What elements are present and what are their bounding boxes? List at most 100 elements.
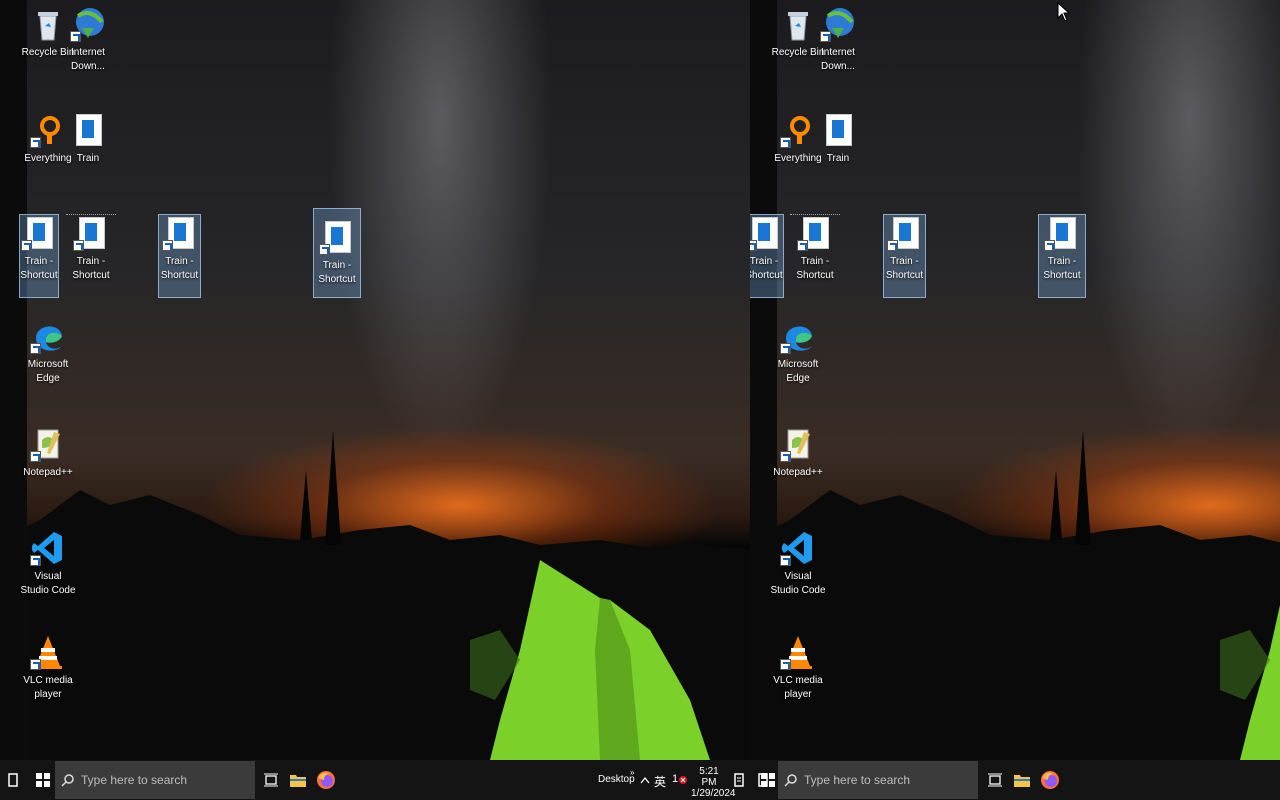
icon-label: VLC media player	[773, 675, 823, 700]
shortcut-arrow-icon	[30, 659, 41, 670]
icon-label: Train - Shortcut	[160, 256, 199, 281]
edge-shortcut[interactable]: Microsoft Edge	[20, 318, 76, 386]
document-icon	[820, 112, 856, 148]
windows-logo-icon	[36, 773, 50, 787]
shortcut-arrow-icon	[780, 343, 791, 354]
notification-icon	[734, 773, 744, 787]
vlc-shortcut[interactable]: VLC media player	[770, 634, 826, 702]
document-shortcut-icon	[161, 215, 198, 251]
firefox-button[interactable]	[1037, 760, 1063, 800]
icon-label: Train	[826, 153, 850, 164]
taskbar: Type here to search	[750, 760, 1280, 800]
folder-icon	[1014, 775, 1030, 787]
train-file[interactable]: Train	[810, 112, 866, 166]
document-shortcut-icon	[73, 215, 109, 251]
train-shortcut-4[interactable]: Train - Shortcut	[313, 208, 361, 298]
firefox-button[interactable]	[313, 760, 339, 800]
train-shortcut-1[interactable]: Train - Shortcut	[750, 214, 784, 298]
show-hidden-icons-button[interactable]	[638, 760, 652, 800]
folder-icon	[290, 775, 306, 787]
vscode-shortcut[interactable]: Visual Studio Code	[20, 530, 76, 598]
file-explorer-button[interactable]	[1009, 760, 1035, 800]
shortcut-arrow-icon	[30, 343, 41, 354]
edge-icon	[780, 318, 816, 354]
notification-center-button[interactable]	[730, 760, 748, 800]
document-shortcut-icon	[750, 215, 782, 251]
train-shortcut-3[interactable]: Train - Shortcut	[158, 214, 201, 298]
shortcut-arrow-icon	[780, 451, 791, 462]
left-screen: Recycle Bin Internet Down... Everything …	[0, 0, 750, 800]
icon-label: Visual Studio Code	[770, 571, 826, 596]
search-icon	[61, 774, 74, 787]
shortcut-arrow-icon	[70, 31, 81, 42]
internet-download-manager-icon	[820, 6, 856, 42]
vscode-shortcut[interactable]: Visual Studio Code	[770, 530, 826, 598]
shortcut-arrow-icon	[30, 137, 41, 148]
shortcut-arrow-icon	[780, 137, 791, 148]
icon-label: Train - Shortcut	[796, 256, 834, 281]
windows-logo-icon	[761, 773, 775, 787]
train-file[interactable]: Train	[60, 112, 116, 166]
task-view-button[interactable]	[982, 760, 1008, 800]
clock-time: 5:21 PM	[699, 766, 719, 788]
task-view-partial-icon[interactable]	[0, 760, 26, 800]
vlc-shortcut[interactable]: VLC media player	[20, 634, 76, 702]
train-shortcut-2[interactable]: Train - Shortcut	[790, 214, 840, 298]
icon-label: Microsoft Edge	[777, 359, 819, 384]
train-shortcut-2[interactable]: Train - Shortcut	[66, 214, 116, 298]
vlc-icon	[30, 634, 66, 670]
train-shortcut-4[interactable]: Train - Shortcut	[1038, 214, 1086, 298]
clock[interactable]: 5:21 PM 1/29/2024	[691, 766, 736, 799]
edge-icon	[30, 318, 66, 354]
desktop-toolbar-chevron-icon[interactable]: »	[630, 768, 634, 777]
icon-label: Microsoft Edge	[27, 359, 69, 384]
edge-shortcut[interactable]: Microsoft Edge	[770, 318, 826, 386]
train-shortcut-1[interactable]: Train - Shortcut	[19, 214, 59, 298]
document-icon	[70, 112, 106, 148]
document-shortcut-icon	[1044, 215, 1080, 251]
vlc-icon	[780, 634, 816, 670]
icon-label: Train - Shortcut	[20, 256, 58, 281]
idm-shortcut[interactable]: Internet Down...	[810, 6, 866, 74]
search-placeholder: Type here to search	[804, 773, 911, 787]
shortcut-arrow-icon	[820, 31, 831, 42]
notepadpp-icon	[30, 426, 66, 462]
icon-label: Train - Shortcut	[318, 260, 356, 285]
train-shortcut-3[interactable]: Train - Shortcut	[883, 214, 926, 298]
notepadpp-shortcut[interactable]: Notepad++	[770, 426, 826, 480]
firefox-icon	[317, 771, 335, 789]
task-view-button[interactable]	[258, 760, 284, 800]
document-shortcut-icon	[797, 215, 833, 251]
icon-label: Visual Studio Code	[20, 571, 76, 596]
search-placeholder: Type here to search	[81, 773, 188, 787]
shortcut-arrow-icon	[30, 451, 41, 462]
mouse-cursor-icon	[1057, 2, 1071, 22]
shortcut-arrow-icon	[30, 555, 41, 566]
icon-label: Train - Shortcut	[72, 256, 110, 281]
input-language-icon[interactable]: 英	[654, 773, 666, 790]
internet-download-manager-icon	[70, 6, 106, 42]
network-error-icon[interactable]	[678, 760, 688, 800]
document-shortcut-icon	[319, 219, 355, 255]
icon-label: Internet Down...	[71, 47, 105, 72]
task-view-icon	[988, 773, 1002, 787]
firefox-icon	[1041, 771, 1059, 789]
idm-shortcut[interactable]: Internet Down...	[60, 6, 116, 74]
icon-label: Notepad++	[23, 467, 73, 478]
notepadpp-shortcut[interactable]: Notepad++	[20, 426, 76, 480]
shortcut-arrow-icon	[780, 659, 791, 670]
task-view-icon	[264, 773, 278, 787]
taskbar-search-box[interactable]: Type here to search	[55, 761, 255, 799]
taskbar-search-box[interactable]: Type here to search	[778, 761, 978, 799]
document-shortcut-icon	[21, 215, 57, 251]
vscode-icon	[780, 530, 816, 566]
icon-label: Notepad++	[773, 467, 823, 478]
file-explorer-button[interactable]	[285, 760, 311, 800]
icon-label: Train - Shortcut	[885, 256, 924, 281]
start-button[interactable]	[30, 760, 56, 800]
icon-label: Train	[76, 153, 100, 164]
clock-date: 1/29/2024	[691, 788, 736, 799]
document-shortcut-icon	[886, 215, 923, 251]
search-icon	[784, 774, 797, 787]
notepadpp-icon	[780, 426, 816, 462]
